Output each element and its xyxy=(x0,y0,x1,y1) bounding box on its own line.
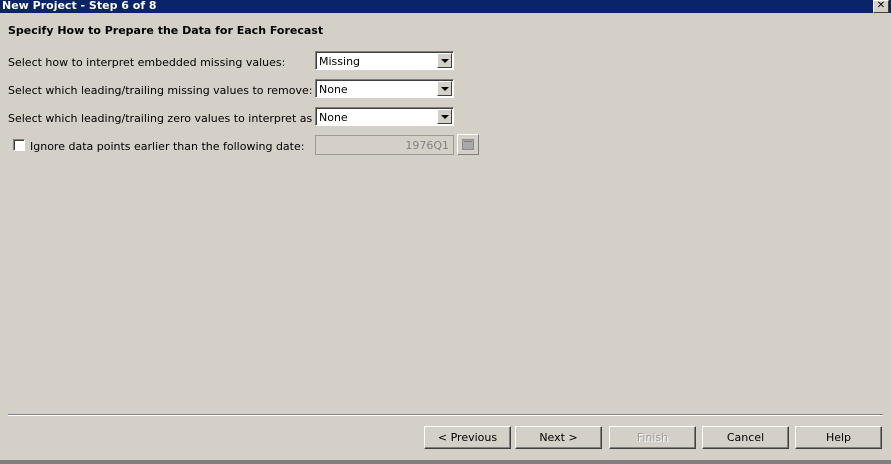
calendar-icon xyxy=(462,139,474,150)
ignore-earlier-checkbox[interactable] xyxy=(13,139,25,151)
leading-trailing-missing-value: None xyxy=(319,83,348,96)
window-title: New Project - Step 6 of 8 xyxy=(2,0,157,12)
chevron-down-icon[interactable] xyxy=(437,109,452,124)
start-date-value: 1976Q1 xyxy=(405,139,449,152)
close-button[interactable]: ✕ xyxy=(873,0,889,13)
next-button[interactable]: Next > xyxy=(515,426,602,449)
zero-values-dropdown[interactable]: None xyxy=(315,107,454,126)
date-picker-button xyxy=(457,134,479,155)
zero-values-label: Select which leading/trailing zero value… xyxy=(8,112,362,125)
title-bar: New Project - Step 6 of 8 ✕ xyxy=(0,0,891,13)
section-heading: Specify How to Prepare the Data for Each… xyxy=(8,24,324,37)
help-button[interactable]: Help xyxy=(795,426,882,449)
finish-button: Finish xyxy=(609,426,696,449)
window-bottom-edge xyxy=(0,460,891,464)
start-date-field: 1976Q1 xyxy=(315,135,454,155)
zero-values-value: None xyxy=(319,111,348,124)
embedded-missing-label: Select how to interpret embedded missing… xyxy=(8,56,286,69)
leading-trailing-missing-dropdown[interactable]: None xyxy=(315,79,454,98)
chevron-down-icon[interactable] xyxy=(437,81,452,96)
previous-button[interactable]: < Previous xyxy=(424,426,511,449)
chevron-down-icon[interactable] xyxy=(437,53,452,68)
embedded-missing-value: Missing xyxy=(319,55,361,68)
ignore-earlier-label: Ignore data points earlier than the foll… xyxy=(30,140,305,153)
button-separator xyxy=(8,414,883,416)
cancel-button[interactable]: Cancel xyxy=(702,426,789,449)
leading-trailing-missing-label: Select which leading/trailing missing va… xyxy=(8,84,313,97)
embedded-missing-dropdown[interactable]: Missing xyxy=(315,51,454,70)
